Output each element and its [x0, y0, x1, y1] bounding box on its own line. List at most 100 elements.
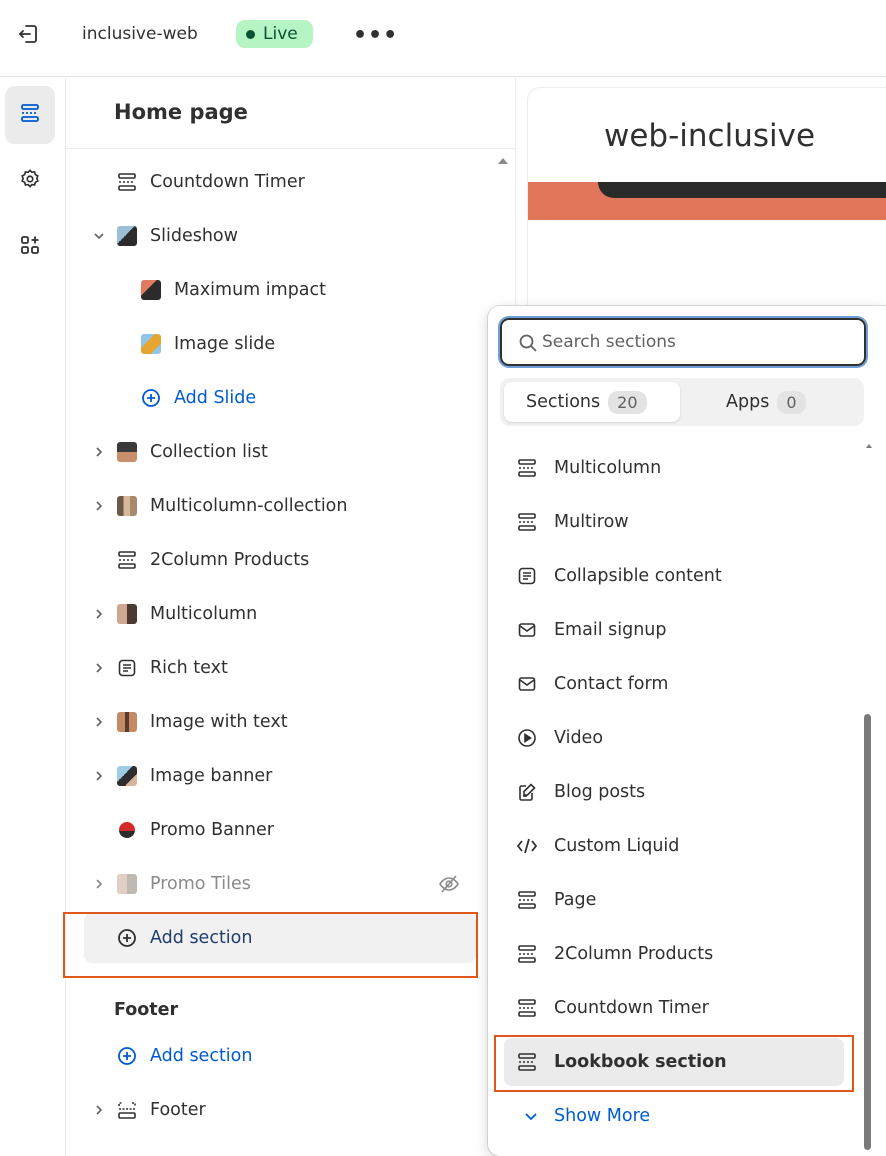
tab-label: Apps [726, 392, 770, 412]
block-label: Image slide [174, 334, 276, 354]
picker-item-label: Custom Liquid [554, 836, 680, 856]
picker-item-video[interactable]: Video [504, 714, 844, 762]
chevron-right-icon[interactable] [92, 877, 106, 891]
block-label: Maximum impact [174, 280, 327, 300]
live-status-badge: Live [236, 20, 313, 48]
search-sections-field[interactable] [500, 318, 866, 366]
picker-item-label: Countdown Timer [554, 998, 709, 1018]
highlight-add-section [63, 912, 478, 978]
picker-item-blog-posts[interactable]: Blog posts [504, 768, 844, 816]
search-icon [518, 333, 538, 357]
section-item-image-with-text[interactable]: Image with text [66, 695, 496, 749]
picker-item-collapsible-content[interactable]: Collapsible content [504, 552, 844, 600]
chevron-right-icon[interactable] [92, 1103, 106, 1117]
apps-add-icon [19, 234, 41, 260]
more-actions-button[interactable]: ••• [353, 23, 398, 48]
exit-icon[interactable] [16, 22, 40, 46]
footer-add-section-button[interactable]: Add section [66, 1029, 496, 1083]
section-label: Promo Tiles [150, 874, 251, 894]
add-section-label: Add section [150, 1046, 253, 1066]
section-label: Multicolumn [150, 604, 258, 624]
rail-settings-button[interactable] [5, 152, 55, 210]
picker-tabs: Sections 20 Apps 0 [500, 378, 864, 426]
preview-hero-image [528, 182, 886, 220]
top-bar: inclusive-web Live ••• [0, 0, 886, 77]
section-icon [516, 511, 538, 533]
chevron-right-icon[interactable] [92, 715, 106, 729]
tab-sections[interactable]: Sections 20 [504, 382, 680, 422]
picker-item-multicolumn[interactable]: Multicolumn [504, 444, 844, 492]
picker-item-page[interactable]: Page [504, 876, 844, 924]
picker-item-2column-products[interactable]: 2Column Products [504, 930, 844, 978]
plus-circle-icon [116, 1045, 138, 1067]
picker-item-label: Multicolumn [554, 458, 662, 478]
picker-item-label: Collapsible content [554, 566, 722, 586]
image-thumb-icon [140, 333, 162, 355]
image-thumb-icon [116, 765, 138, 787]
add-slide-button[interactable]: Add Slide [66, 371, 496, 425]
show-more-label: Show More [554, 1106, 651, 1126]
picker-item-label: Page [554, 890, 597, 910]
section-item-promo-banner[interactable]: Promo Banner [66, 803, 496, 857]
popover-scrollbar[interactable] [864, 714, 871, 1150]
chevron-right-icon[interactable] [92, 499, 106, 513]
text-block-icon [116, 657, 138, 679]
chevron-down-icon[interactable] [92, 229, 106, 243]
rail-apps-button[interactable] [5, 218, 55, 276]
plus-circle-icon [140, 387, 162, 409]
section-label: 2Column Products [150, 550, 310, 570]
chevron-right-icon[interactable] [92, 607, 106, 621]
section-label: Image with text [150, 712, 288, 732]
section-item-footer[interactable]: Footer [66, 1083, 496, 1137]
live-status-label: Live [263, 24, 298, 44]
section-label: Collection list [150, 442, 268, 462]
section-item-multicolumn-collection[interactable]: Multicolumn-collection [66, 479, 496, 533]
footer-group-heading: Footer [114, 1000, 179, 1020]
section-label: Slideshow [150, 226, 238, 246]
footer-section-icon [116, 1099, 138, 1121]
block-item-image-slide[interactable]: Image slide [66, 317, 496, 371]
section-item-slideshow[interactable]: Slideshow [66, 209, 496, 263]
scroll-up-arrow-icon[interactable] [498, 158, 508, 164]
text-block-icon [516, 565, 538, 587]
play-circle-icon [516, 727, 538, 749]
picker-item-label: Blog posts [554, 782, 646, 802]
page-title: Home page [114, 100, 248, 124]
sections-panel: Home page Countdown Timer Slideshow Maxi… [66, 78, 516, 1156]
section-item-countdown-timer[interactable]: Countdown Timer [66, 155, 496, 209]
section-icon [516, 997, 538, 1019]
section-item-image-banner[interactable]: Image banner [66, 749, 496, 803]
chevron-right-icon[interactable] [92, 769, 106, 783]
left-rail [0, 78, 66, 1156]
section-item-collection-list[interactable]: Collection list [66, 425, 496, 479]
block-item-maximum-impact[interactable]: Maximum impact [66, 263, 496, 317]
section-icon [516, 457, 538, 479]
picker-item-label: Email signup [554, 620, 667, 640]
rail-sections-button[interactable] [5, 86, 55, 144]
eye-hidden-icon[interactable] [438, 873, 460, 895]
slideshow-thumb-icon [116, 225, 138, 247]
search-input[interactable] [542, 332, 842, 352]
sections-icon [19, 102, 41, 128]
section-item-promo-tiles[interactable]: Promo Tiles [66, 857, 496, 911]
picker-item-label: Video [554, 728, 604, 748]
chevron-right-icon[interactable] [92, 661, 106, 675]
picker-item-multirow[interactable]: Multirow [504, 498, 844, 546]
show-more-button[interactable]: Show More [524, 1106, 650, 1126]
picker-item-contact-form[interactable]: Contact form [504, 660, 844, 708]
picker-item-countdown-timer[interactable]: Countdown Timer [504, 984, 844, 1032]
section-item-rich-text[interactable]: Rich text [66, 641, 496, 695]
section-item-2column-products[interactable]: 2Column Products [66, 533, 496, 587]
email-icon [516, 619, 538, 641]
picker-item-label: Contact form [554, 674, 669, 694]
picker-item-email-signup[interactable]: Email signup [504, 606, 844, 654]
chevron-right-icon[interactable] [92, 445, 106, 459]
scroll-up-arrow-icon[interactable] [866, 444, 872, 448]
tab-count-badge: 0 [777, 390, 806, 414]
section-icon [116, 549, 138, 571]
tab-apps[interactable]: Apps 0 [726, 382, 856, 422]
image-thumb-icon [116, 603, 138, 625]
section-icon [116, 171, 138, 193]
section-item-multicolumn[interactable]: Multicolumn [66, 587, 496, 641]
picker-item-custom-liquid[interactable]: Custom Liquid [504, 822, 844, 870]
